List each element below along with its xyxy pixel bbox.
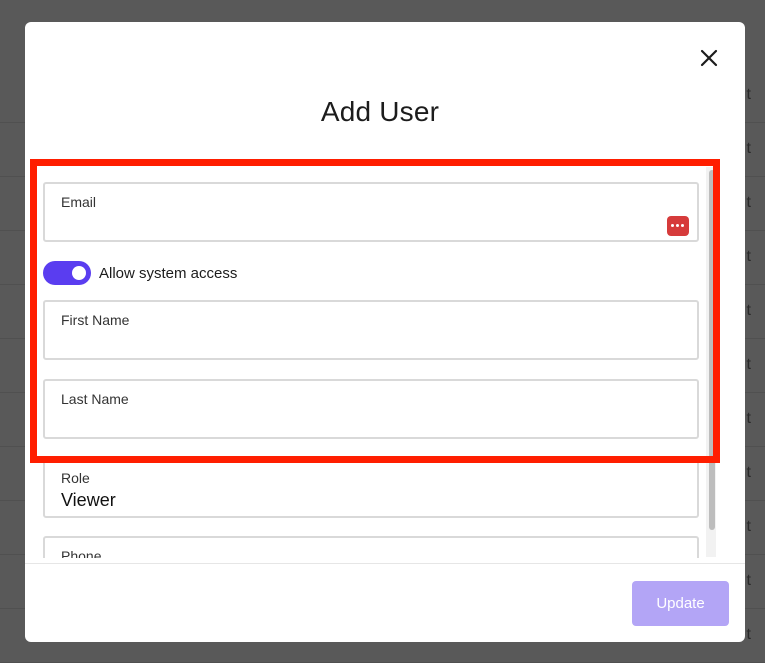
toggle-knob xyxy=(72,266,86,280)
close-icon xyxy=(700,49,718,67)
background-row-text: t xyxy=(746,86,751,103)
dialog-title: Add User xyxy=(320,96,440,127)
background-row-text: t xyxy=(746,356,751,373)
last-name-label: Last Name xyxy=(61,391,129,407)
first-name-field[interactable]: First Name xyxy=(43,300,699,360)
role-field[interactable]: Role Viewer xyxy=(43,458,699,518)
email-label: Email xyxy=(61,194,97,210)
background-row-text: t xyxy=(746,518,751,535)
scrollbar-thumb[interactable] xyxy=(709,170,715,530)
form-scroll-area[interactable]: Email Allow system access First Name Las… xyxy=(25,162,745,558)
footer-divider xyxy=(25,563,745,564)
role-value: Viewer xyxy=(61,490,116,510)
system-access-label: Allow system access xyxy=(99,264,238,282)
close-button[interactable] xyxy=(697,46,721,70)
last-name-field[interactable]: Last Name xyxy=(43,379,699,439)
update-button[interactable]: Update xyxy=(632,581,729,626)
system-access-row: Allow system access xyxy=(43,261,237,285)
email-field[interactable]: Email xyxy=(43,182,699,242)
background-row-text: t xyxy=(746,626,751,643)
first-name-input[interactable] xyxy=(59,330,653,354)
system-access-toggle[interactable] xyxy=(43,261,91,285)
password-manager-icon[interactable] xyxy=(667,216,689,236)
add-user-dialog: Add User Email Allow system access First… xyxy=(25,22,745,642)
background-row-text: t xyxy=(746,410,751,427)
role-label: Role xyxy=(61,470,90,486)
phone-field[interactable]: Phone xyxy=(43,536,699,558)
background-row-text: t xyxy=(746,248,751,265)
background-row-text: t xyxy=(746,140,751,157)
last-name-input[interactable] xyxy=(59,409,653,433)
phone-label: Phone xyxy=(61,548,102,558)
background-row-text: t xyxy=(746,302,751,319)
first-name-label: First Name xyxy=(61,312,130,328)
background-row-text: t xyxy=(746,464,751,481)
background-row-text: t xyxy=(746,194,751,211)
email-input[interactable] xyxy=(59,212,653,236)
background-row-text: t xyxy=(746,572,751,589)
